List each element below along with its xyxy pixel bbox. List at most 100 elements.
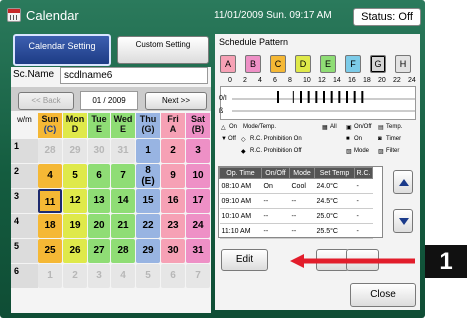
table-row[interactable]: 10:10 AM -- -- 25.0°C - [219, 208, 373, 224]
legend-on-icon: △ [221, 125, 226, 131]
calendar-day-cell[interactable]: 17 [186, 189, 210, 213]
tab-calendar-setting[interactable]: Calendar Setting [13, 34, 111, 66]
calendar-day-cell[interactable]: 6 [88, 164, 110, 188]
legend-timer: Timer [386, 136, 402, 142]
calendar-day-cell[interactable]: 26 [63, 239, 87, 263]
table-row[interactable]: 08:10 AM On Cool 24.0°C - [219, 178, 373, 194]
datetime: 11/01/2009 Sun. 09:17 AM [214, 10, 332, 21]
table-row[interactable]: 11:10 AM -- -- 25.5°C - [219, 223, 373, 239]
calendar-day-cell[interactable]: 11 [38, 189, 62, 213]
calendar-day-cell[interactable]: 18 [38, 214, 62, 238]
calendar-day-cell[interactable]: 3 [186, 139, 210, 163]
calendar-day-cell[interactable]: 30 [161, 239, 185, 263]
calendar-day-cell[interactable]: 23 [161, 214, 185, 238]
back-button[interactable]: << Back [18, 92, 74, 110]
pattern-button-c[interactable]: C [270, 55, 286, 73]
schedule-name-label: Sc.Name [13, 69, 55, 80]
time-axis-label: 12 [318, 77, 326, 84]
time-axis-label: 22 [393, 77, 401, 84]
pattern-button-f[interactable]: F [345, 55, 361, 73]
calendar-day-cell[interactable]: 4 [111, 264, 135, 288]
week-number: 3 [11, 189, 38, 213]
calendar-day-cell[interactable]: 22 [136, 214, 160, 238]
calendar-day-cell[interactable]: 6 [161, 264, 185, 288]
calendar-day-cell[interactable]: 20 [88, 214, 110, 238]
calendar-day-cell[interactable]: 5 [136, 264, 160, 288]
callout-number: 1 [425, 245, 467, 278]
legend-on: On [229, 124, 238, 130]
close-button[interactable]: Close [350, 283, 416, 307]
calendar-day-cell[interactable]: 29 [136, 239, 160, 263]
time-axis-label: 10 [303, 77, 311, 84]
calendar-day-cell[interactable]: 29 [63, 139, 87, 163]
calendar-day-cell[interactable]: 16 [161, 189, 185, 213]
day-header-tue[interactable]: Tue E [88, 113, 110, 138]
scroll-up-button[interactable] [393, 170, 413, 194]
table-cell: - [354, 208, 373, 224]
edit-button[interactable]: Edit [221, 249, 268, 271]
tab-custom-setting[interactable]: Custom Setting [117, 36, 209, 64]
column-header: On/Off [261, 167, 290, 179]
calendar-day-cell[interactable]: 25 [38, 239, 62, 263]
calendar-day-cell[interactable]: 10 [186, 164, 210, 188]
table-cell: -- [289, 208, 315, 224]
day-name: Fri [167, 114, 179, 124]
pattern-button-d[interactable]: D [295, 55, 311, 73]
day-header-mon[interactable]: Mon D [63, 113, 87, 138]
calendar-day-cell[interactable]: 24 [186, 214, 210, 238]
calendar-day-cell[interactable]: 28 [38, 139, 62, 163]
table-cell: 09:10 AM [219, 193, 262, 209]
day-header-wed[interactable]: Wed E [111, 113, 135, 138]
calendar-day-cell[interactable]: 3 [88, 264, 110, 288]
calendar-day-cell[interactable]: 9 [161, 164, 185, 188]
day-header-thu[interactable]: Thu (G) [136, 113, 160, 138]
calendar-day-cell[interactable]: 1 [136, 139, 160, 163]
calendar-day-cell[interactable]: 21 [111, 214, 135, 238]
pattern-button-a[interactable]: A [220, 55, 236, 73]
calendar-day-cell[interactable]: 30 [88, 139, 110, 163]
schedule-name-field[interactable]: scdlname6 [60, 67, 208, 84]
day-header-sun[interactable]: Sun (C) [38, 113, 62, 138]
calendar-day-cell[interactable]: 31 [186, 239, 210, 263]
calendar-day-cell[interactable]: 14 [111, 189, 135, 213]
day-header-fri[interactable]: Fri A [161, 113, 185, 138]
calendar-day-cell[interactable]: 4 [38, 164, 62, 188]
calendar-day-cell[interactable]: 7 [186, 264, 210, 288]
legend-on2: On [354, 136, 363, 142]
calendar-day-cell[interactable]: 19 [63, 214, 87, 238]
week-number: 4 [11, 214, 38, 238]
legend-rc-off-icon: ◆ [241, 149, 246, 155]
day-pattern: (C) [43, 124, 57, 134]
calendar-day-cell[interactable]: 27 [88, 239, 110, 263]
callout-arrow [290, 254, 415, 268]
day-name: Sun [41, 114, 59, 124]
calendar-day-cell[interactable]: 12 [63, 189, 87, 213]
calendar-day-cell[interactable]: 2 [63, 264, 87, 288]
calendar-day-cell[interactable]: 31 [111, 139, 135, 163]
table-row[interactable]: 09:10 AM -- -- 24.5°C - [219, 193, 373, 209]
scroll-down-button[interactable] [393, 209, 413, 233]
table-cell: -- [261, 193, 290, 209]
calendar-day-cell[interactable]: 15 [136, 189, 160, 213]
calendar-day-cell[interactable]: 5 [63, 164, 87, 188]
day-header-sat[interactable]: Sat (B) [186, 113, 210, 138]
operation-table-grid: Op. Time On/Off Mode Set Temp R.C. 08:10 AM O… [219, 167, 373, 239]
pattern-button-h[interactable]: H [395, 55, 411, 73]
legend-timer-icon: ◙ [378, 136, 382, 142]
day-name: Thu [139, 114, 157, 124]
title-bar: Calendar 11/01/2009 Sun. 09:17 AM Status… [0, 0, 425, 30]
calendar-day-cell[interactable]: 1 [38, 264, 62, 288]
pattern-button-g[interactable]: G [370, 55, 386, 73]
calendar-day-cell[interactable]: 7 [111, 164, 135, 188]
calendar-day-cell[interactable]: 8 (E) [136, 164, 160, 188]
calendar-day-cell[interactable]: 13 [88, 189, 110, 213]
next-button[interactable]: Next >> [145, 92, 207, 110]
calendar-day-cell[interactable]: 2 [161, 139, 185, 163]
time-axis-label: 16 [348, 77, 356, 84]
pattern-button-e[interactable]: E [320, 55, 336, 73]
pattern-button-b[interactable]: B [245, 55, 261, 73]
timeline-marks [232, 91, 416, 112]
calendar-day-cell[interactable]: 28 [111, 239, 135, 263]
legend-temp: Temp. [386, 124, 403, 130]
operation-table-header: Op. Time On/Off Mode Set Temp R.C. [219, 167, 373, 179]
